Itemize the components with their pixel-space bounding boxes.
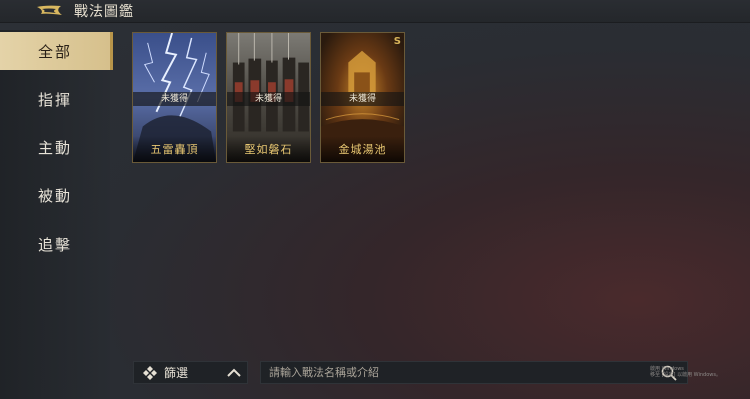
status-label: 未獲得	[133, 92, 216, 106]
sidebar-item-label: 主動	[37, 138, 72, 157]
chevron-up-icon	[225, 364, 243, 382]
category-sidebar: 全部 指揮 主動 被動 追擊	[0, 30, 113, 399]
back-button[interactable]	[32, 0, 68, 22]
filter-label: 篩選	[164, 366, 189, 380]
tactic-card[interactable]: 未獲得 五雷轟頂	[132, 32, 217, 163]
windows-activation-watermark: 啟用 Windows 移至 [設定] 以啟用 Windows。	[650, 366, 721, 378]
sidebar-item-command[interactable]: 指揮	[0, 80, 110, 118]
sidebar-item-label: 被動	[37, 186, 72, 205]
top-bar: 戰法圖鑑	[0, 0, 750, 23]
status-label: 未獲得	[321, 92, 404, 106]
sidebar-item-passive[interactable]: 被動	[0, 176, 110, 214]
sidebar-item-all[interactable]: 全部	[0, 32, 113, 70]
sidebar-item-pursuit[interactable]: 追擊	[0, 225, 110, 263]
rank-badge: S	[393, 36, 401, 47]
sidebar-item-label: 指揮	[37, 90, 72, 109]
sidebar-item-label: 全部	[37, 42, 72, 61]
page-title: 戰法圖鑑	[74, 4, 134, 20]
back-arrow-icon	[37, 5, 62, 16]
filter-diamond-icon	[142, 365, 158, 381]
status-label: 未獲得	[227, 92, 310, 106]
tactic-card[interactable]: S 未獲得 金城湯池	[320, 32, 405, 163]
sidebar-item-label: 追擊	[37, 235, 72, 254]
tactic-name: 金城湯池	[321, 136, 404, 162]
tactic-name: 堅如磐石	[227, 136, 310, 162]
tactic-card[interactable]: 未獲得 堅如磐石	[226, 32, 311, 163]
tactic-name: 五雷轟頂	[133, 136, 216, 162]
search-input[interactable]	[261, 365, 659, 380]
search-bar	[260, 361, 688, 384]
watermark-line: 移至 [設定] 以啟用 Windows。	[650, 372, 721, 378]
filter-dropdown[interactable]: 篩選	[133, 361, 248, 384]
sidebar-item-active[interactable]: 主動	[0, 128, 110, 166]
